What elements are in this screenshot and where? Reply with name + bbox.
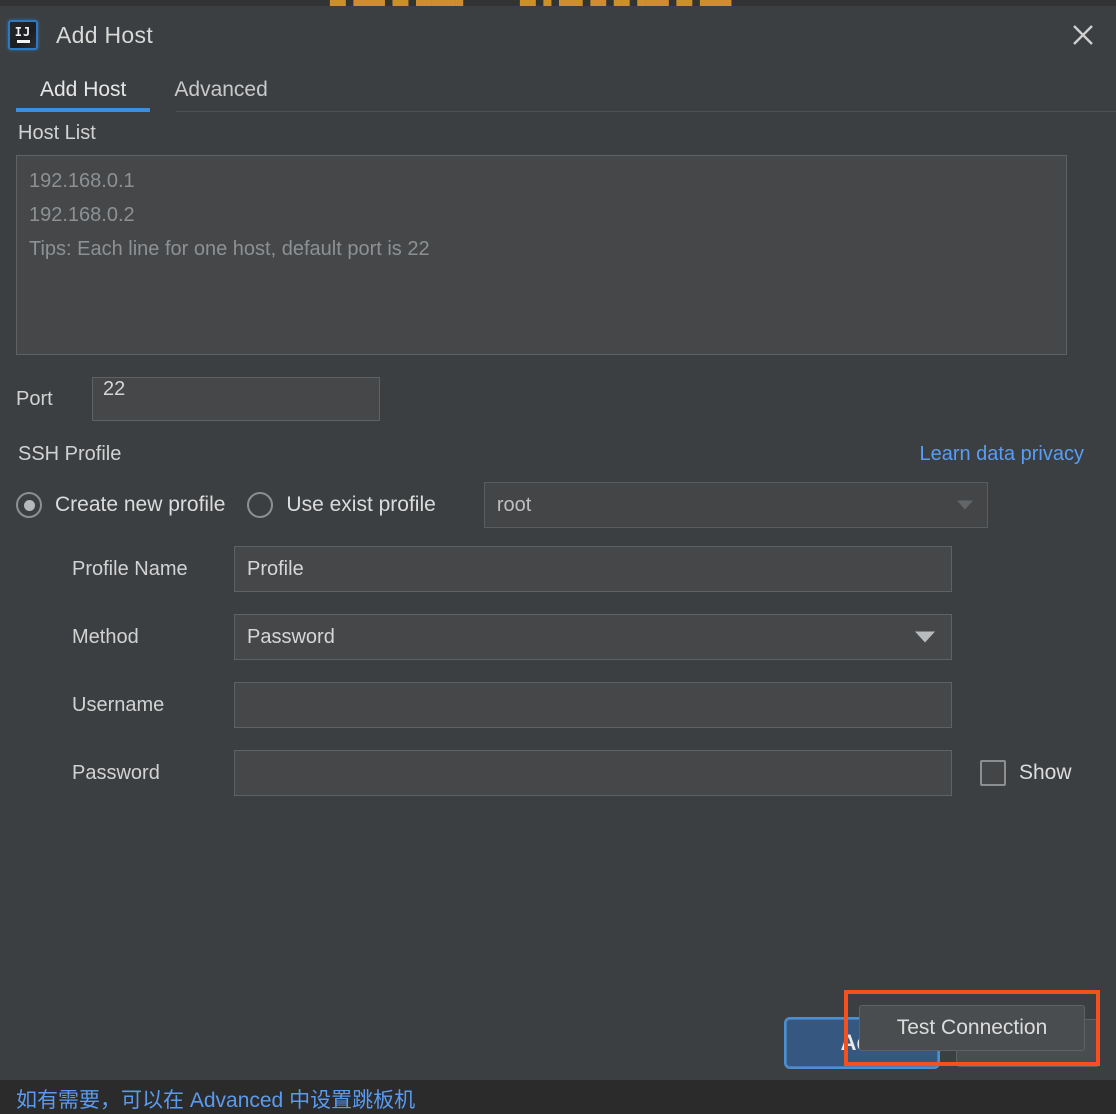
radio-use-exist-profile[interactable]: Use exist profile bbox=[247, 492, 436, 518]
chevron-down-icon bbox=[956, 500, 973, 510]
port-input[interactable]: 22 bbox=[92, 377, 380, 421]
show-password-checkbox[interactable]: Show bbox=[952, 760, 1100, 786]
tab-add-host[interactable]: Add Host bbox=[16, 78, 151, 112]
password-input[interactable] bbox=[234, 750, 952, 796]
port-row: Port 22 bbox=[16, 377, 1100, 421]
host-list-input[interactable]: 192.168.0.1 192.168.0.2 Tips: Each line … bbox=[16, 155, 1067, 355]
radio-create-new-profile[interactable]: Create new profile bbox=[16, 492, 225, 518]
host-list-placeholder-line: 192.168.0.2 bbox=[29, 204, 135, 226]
ssh-profile-header: SSH Profile Learn data privacy bbox=[16, 443, 1100, 466]
exist-profile-select-value: root bbox=[496, 493, 532, 516]
dialog-content: Host List 192.168.0.1 192.168.0.2 Tips: … bbox=[0, 112, 1116, 1112]
ssh-profile-label: SSH Profile bbox=[18, 443, 122, 465]
method-select-value: Password bbox=[247, 625, 335, 648]
advanced-hint-text: 如有需要，可以在 Advanced 中设置跳板机 bbox=[16, 1089, 416, 1112]
show-password-label: Show bbox=[1019, 761, 1072, 784]
test-connection-highlight: Test Connection bbox=[844, 990, 1100, 1066]
add-host-dialog: IJ Add Host Add Host Advanced Host List … bbox=[0, 6, 1116, 1112]
exist-profile-select[interactable]: root bbox=[483, 482, 988, 528]
tab-advanced[interactable]: Advanced bbox=[150, 78, 291, 112]
host-list-placeholder-line: Tips: Each line for one host, default po… bbox=[29, 238, 430, 260]
profile-name-input[interactable]: Profile bbox=[234, 546, 952, 592]
username-label: Username bbox=[72, 693, 165, 716]
ssh-profile-form: Profile Name Profile Method Password Use… bbox=[16, 546, 1100, 796]
ssh-profile-mode-row: Create new profile Use exist profile roo… bbox=[16, 482, 1100, 528]
method-label: Method bbox=[72, 625, 139, 648]
test-connection-button[interactable]: Test Connection bbox=[859, 1005, 1085, 1051]
radio-selected-icon bbox=[16, 492, 42, 518]
host-list-label: Host List bbox=[18, 122, 96, 144]
username-input[interactable] bbox=[234, 682, 952, 728]
window-bottom-edge bbox=[0, 1080, 1116, 1084]
dialog-titlebar: IJ Add Host bbox=[0, 6, 1116, 64]
dialog-title: Add Host bbox=[56, 21, 154, 48]
port-label: Port bbox=[16, 387, 53, 410]
password-label: Password bbox=[72, 761, 160, 784]
intellij-idea-icon-bar bbox=[16, 40, 30, 43]
method-select[interactable]: Password bbox=[234, 614, 952, 660]
learn-data-privacy-link[interactable]: Learn data privacy bbox=[919, 443, 1084, 466]
radio-use-exist-profile-label: Use exist profile bbox=[286, 493, 436, 516]
intellij-idea-icon: IJ bbox=[8, 20, 38, 50]
host-list-placeholder-line: 192.168.0.1 bbox=[29, 170, 135, 192]
intellij-idea-icon-text: IJ bbox=[14, 25, 32, 39]
dialog-tabs: Add Host Advanced bbox=[0, 64, 1116, 112]
checkbox-unchecked-icon bbox=[980, 760, 1006, 786]
profile-name-label: Profile Name bbox=[72, 557, 188, 580]
radio-unselected-icon bbox=[247, 492, 274, 518]
close-icon[interactable] bbox=[1066, 18, 1100, 52]
chevron-down-icon bbox=[915, 631, 935, 643]
radio-create-new-profile-label: Create new profile bbox=[55, 493, 226, 516]
